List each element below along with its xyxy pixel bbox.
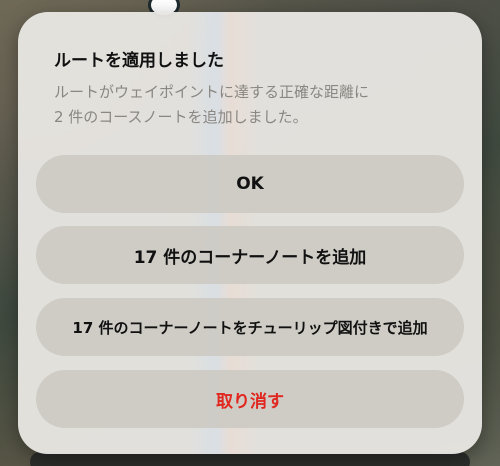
alert-dialog: ルートを適用しました ルートがウェイポイントに達する正確な距離に 2 件のコース… <box>18 12 482 454</box>
dialog-message-line-2: 2 件のコースノートを追加しました。 <box>54 108 308 126</box>
bottom-bar <box>30 452 470 466</box>
add-corner-notes-button[interactable]: 17 件のコーナーノートを追加 <box>36 226 464 284</box>
ok-button[interactable]: OK <box>36 155 464 213</box>
dialog-title: ルートを適用しました <box>54 51 224 71</box>
dialog-message: ルートがウェイポイントに達する正確な距離に 2 件のコースノートを追加しました。 <box>54 80 454 130</box>
screen: ルートを適用しました ルートがウェイポイントに達する正確な距離に 2 件のコース… <box>0 0 500 466</box>
dialog-message-line-1: ルートがウェイポイントに達する正確な距離に <box>54 83 370 101</box>
cancel-button[interactable]: 取り消す <box>36 370 464 428</box>
add-corner-notes-with-tulip-button[interactable]: 17 件のコーナーノートをチューリップ図付きで追加 <box>36 298 464 356</box>
